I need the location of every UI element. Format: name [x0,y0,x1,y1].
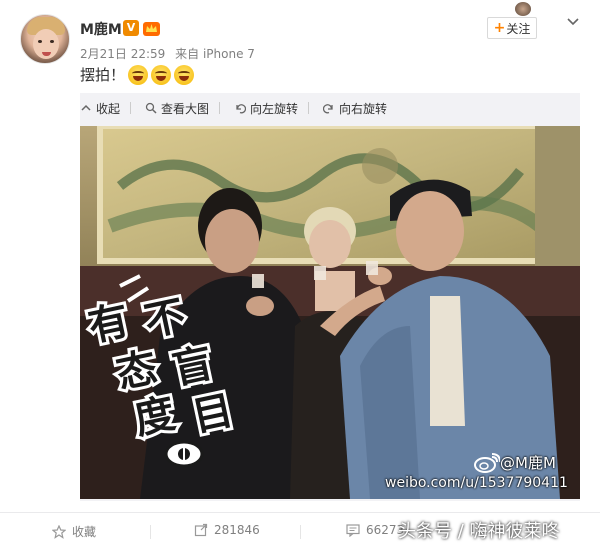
laughing-tears-emoji-icon [128,64,149,85]
post-text: 摆拍！ [80,64,195,85]
photo-watermark-url: weibo.com/u/1537790411 [385,475,568,491]
member-crown-icon[interactable] [143,20,160,36]
repost-icon [194,523,208,537]
post-source[interactable]: 来自 iPhone 7 [175,47,255,61]
source-credit-watermark: 头条号 / 嗨神彼莱咚 [398,521,560,542]
footer-divider [300,525,301,539]
comment-icon [346,524,360,537]
toolbar-divider [130,102,132,114]
post-text-content: 摆拍！ [80,66,126,84]
photo-watermark-user: @M鹿M [474,452,556,473]
media-toolbar: 收起 查看大图 向左旋转 向右旋转 [80,96,580,120]
favorite-label: 收藏 [72,525,97,539]
weibo-post-card: M鹿M V 2月21日 22:59 来自 iPhone 7 摆拍！ + 关注 收… [0,0,600,549]
follow-button[interactable]: + 关注 [487,17,537,39]
collapse-icon [81,104,91,111]
toolbar-divider [219,102,221,114]
comment-button[interactable]: 66273 [346,523,404,537]
avatar-eye-left [38,40,42,43]
rotate-right-label: 向右旋转 [339,101,388,116]
collapse-label: 收起 [96,101,121,116]
post-date[interactable]: 2月21日 22:59 [80,47,165,61]
plus-icon: + [493,20,506,36]
repost-count: 281846 [214,523,260,537]
follow-label: 关注 [506,21,531,36]
repost-button[interactable]: 281846 [194,523,260,537]
chevron-down-icon[interactable] [565,14,581,30]
collapse-button[interactable]: 收起 [80,100,120,117]
laughing-tears-emoji-icon [151,64,172,85]
star-icon [52,524,66,539]
rotate-right-icon [323,104,333,114]
photo-illustration: 有 态 度 不 盲 目 [80,126,580,499]
favorite-button[interactable]: 收藏 [52,523,96,540]
mini-avatar [515,2,531,16]
magnifier-icon [145,102,157,114]
weibo-logo-icon [474,452,500,473]
post-meta: 2月21日 22:59 来自 iPhone 7 [80,45,261,62]
footer-divider [150,525,151,539]
rotate-left-button[interactable]: 向左旋转 [234,100,298,117]
rotate-right-button[interactable]: 向右旋转 [323,100,387,117]
eye-logo-icon [164,440,204,468]
verified-badge-icon[interactable]: V [123,20,139,36]
avatar-eye-right [50,40,54,43]
username[interactable]: M鹿M [80,19,122,39]
rotate-left-label: 向左旋转 [250,101,299,116]
toolbar-divider [308,102,310,114]
laughing-tears-emoji-icon [174,64,195,85]
rotate-left-icon [236,104,247,114]
watermark-user-text: @M鹿M [500,454,556,472]
post-photo[interactable]: 有 态 度 不 盲 目 [80,126,580,499]
view-large-button[interactable]: 查看大图 [145,100,209,117]
user-avatar[interactable] [20,14,70,64]
view-large-label: 查看大图 [161,101,210,116]
